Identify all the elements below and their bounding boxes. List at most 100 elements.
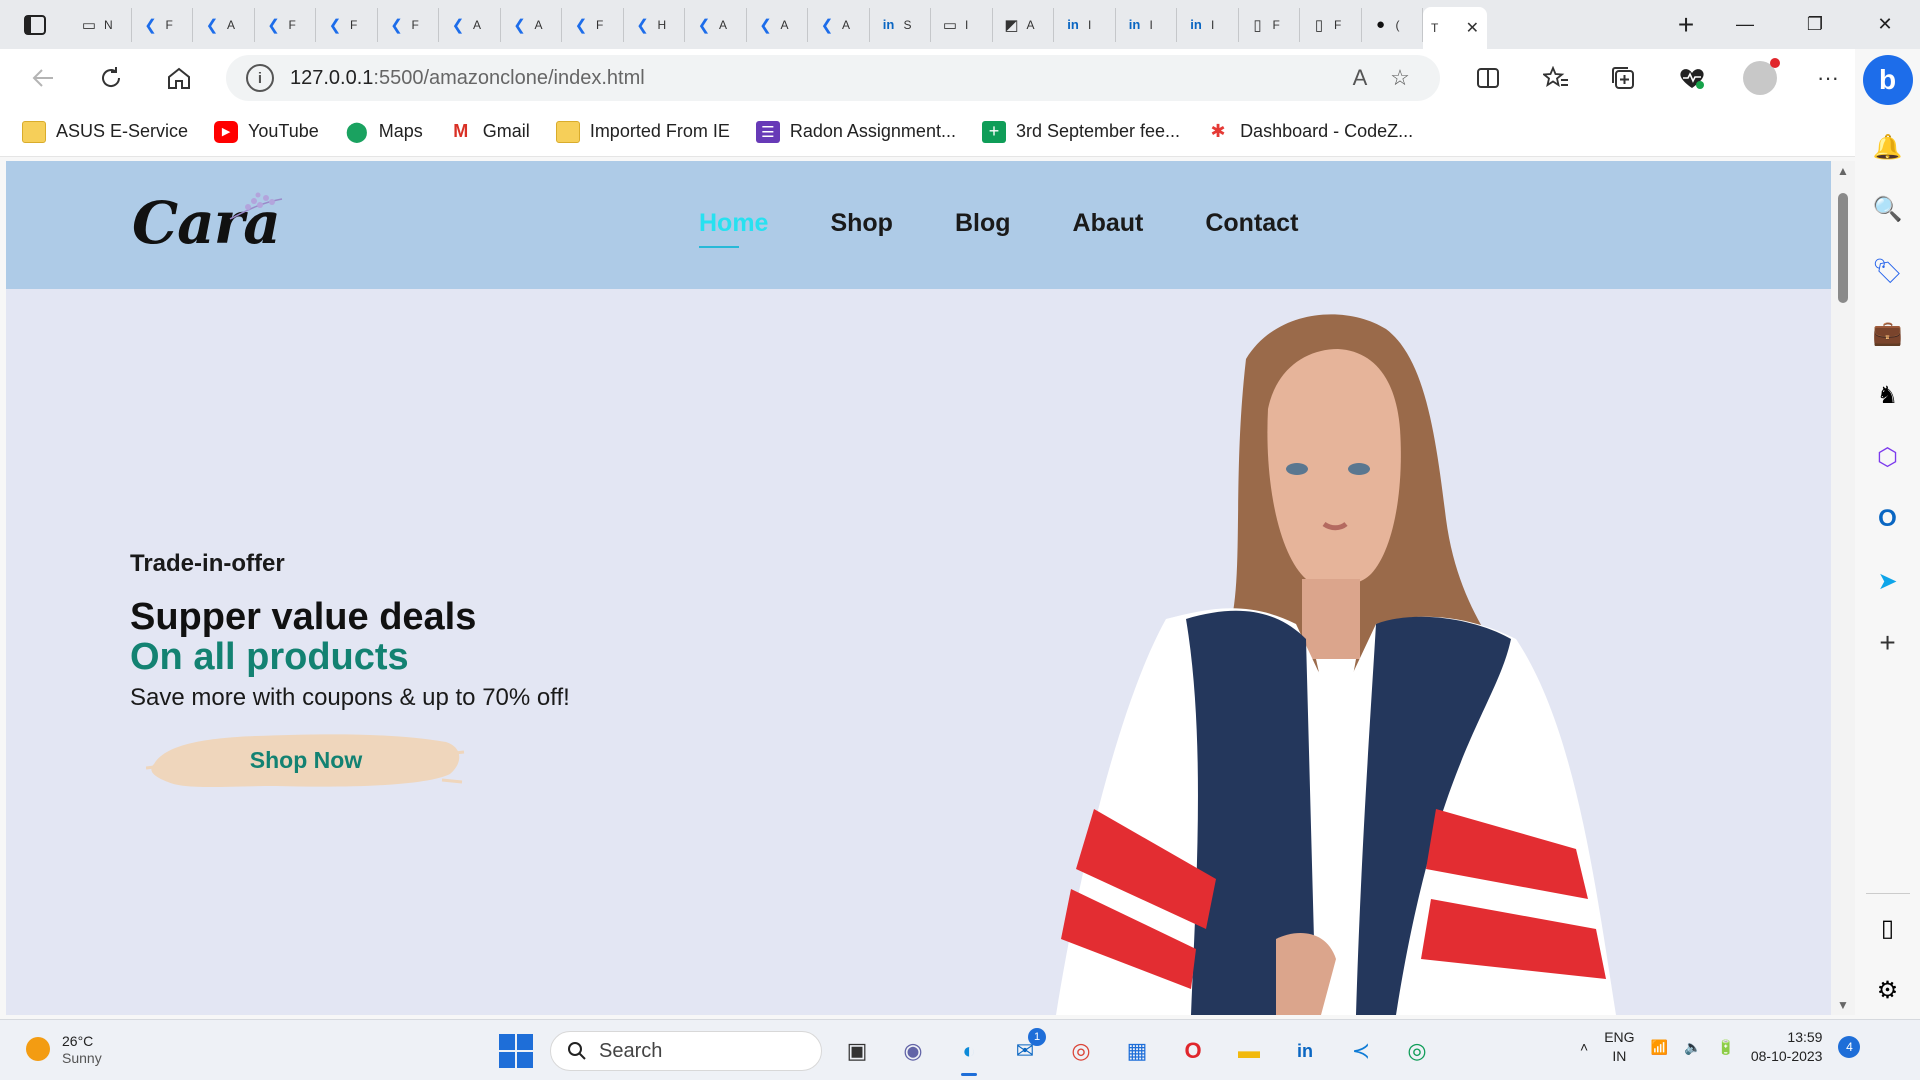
microsoft365-icon[interactable]: ⬡: [1868, 437, 1908, 477]
nav-link-contact[interactable]: Contact: [1205, 209, 1298, 238]
browser-tab[interactable]: ❮ A: [685, 7, 747, 42]
browser-tab[interactable]: ▯ F: [1239, 7, 1300, 42]
weather-widget[interactable]: 26°C Sunny: [26, 1032, 102, 1066]
favorites-icon[interactable]: [1522, 58, 1590, 98]
favorite-star-icon[interactable]: ☆: [1380, 65, 1420, 91]
browser-tab[interactable]: ◩ A: [993, 7, 1054, 42]
new-tab-button[interactable]: +: [1662, 0, 1710, 49]
close-window-button[interactable]: ✕: [1850, 0, 1920, 49]
browser-tab[interactable]: ▭ I: [931, 7, 993, 42]
page-scrollbar[interactable]: ▲ ▼: [1831, 161, 1855, 1015]
notifications-bell-icon[interactable]: 🔔: [1868, 127, 1908, 167]
browser-essentials-icon[interactable]: [1658, 58, 1726, 98]
task-view-icon[interactable]: ▣: [836, 1030, 878, 1072]
games-chess-icon[interactable]: ♞: [1868, 375, 1908, 415]
search-icon[interactable]: 🔍: [1868, 189, 1908, 229]
tab-title: T: [1431, 21, 1439, 35]
browser-tab[interactable]: in I: [1054, 7, 1116, 42]
windows-start-icon[interactable]: [496, 1031, 536, 1071]
browser-tab[interactable]: ❮ A: [439, 7, 501, 42]
nav-link-shop[interactable]: Shop: [830, 209, 893, 238]
vscode-icon[interactable]: ≺: [1340, 1030, 1382, 1072]
browser-tab[interactable]: ❮ F: [378, 7, 439, 42]
browser-tab[interactable]: in I: [1116, 7, 1177, 42]
collections-icon[interactable]: [1590, 58, 1658, 98]
outlook-icon[interactable]: O: [1868, 499, 1908, 539]
show-hidden-icons[interactable]: ˄: [1580, 1039, 1588, 1055]
favorite-asus[interactable]: ASUS E-Service: [22, 120, 188, 143]
favorite-maps[interactable]: ⬤ Maps: [345, 121, 423, 143]
copilot-icon[interactable]: b: [1862, 55, 1913, 105]
favorite-codez[interactable]: ✱ Dashboard - CodeZ...: [1206, 121, 1414, 143]
edge-browser-icon[interactable]: ◐: [948, 1030, 990, 1076]
browser-tab[interactable]: ❮ A: [747, 7, 808, 42]
file-explorer-icon[interactable]: ▬: [1228, 1030, 1270, 1072]
mail-icon[interactable]: ✉ 1: [1004, 1028, 1046, 1072]
teams-chat-icon[interactable]: ◉: [892, 1030, 934, 1072]
address-bar[interactable]: i 127.0.0.1:5500/amazonclone/index.html …: [226, 55, 1440, 101]
weather-desc: Sunny: [62, 1050, 102, 1066]
language-indicator[interactable]: ENG IN: [1604, 1028, 1634, 1066]
scroll-up-icon[interactable]: ▲: [1831, 161, 1855, 181]
favorite-fee-sheet[interactable]: +3rd September fee...: [981, 120, 1180, 143]
refresh-button[interactable]: [86, 58, 136, 98]
clock[interactable]: 13:59 08-10-2023: [1751, 1028, 1823, 1066]
browser-tab[interactable]: ❮ F: [562, 7, 624, 42]
favorite-radon[interactable]: ☰ Radon Assignment...: [755, 120, 956, 143]
browser-tab[interactable]: in S: [870, 7, 931, 42]
chrome-icon[interactable]: ◎: [1060, 1030, 1102, 1072]
favorite-youtube[interactable]: ▶ YouTube: [214, 120, 319, 143]
browser-tab[interactable]: in I: [1177, 7, 1239, 42]
restore-button[interactable]: ❐: [1780, 0, 1850, 49]
browser-tab[interactable]: ❮ F: [255, 7, 316, 42]
site-logo[interactable]: Cara: [132, 189, 283, 257]
browser-tab[interactable]: ❮ F: [316, 7, 378, 42]
volume-icon[interactable]: 🔈: [1684, 1039, 1701, 1056]
ms-store-icon[interactable]: ▦: [1116, 1030, 1158, 1072]
read-aloud-icon[interactable]: A: [1340, 65, 1380, 91]
home-button[interactable]: [154, 58, 204, 98]
hide-sidebar-icon[interactable]: ▯: [1868, 908, 1908, 948]
browser-tab[interactable]: ❮ F: [132, 7, 193, 42]
scroll-down-icon[interactable]: ▼: [1831, 995, 1855, 1015]
drop-send-icon[interactable]: ➤: [1868, 561, 1908, 601]
split-screen-icon[interactable]: [1454, 58, 1522, 98]
browser-tab[interactable]: ❮ A: [501, 7, 562, 42]
shop-now-button[interactable]: Shop Now: [146, 724, 466, 796]
nav-link-blog[interactable]: Blog: [955, 209, 1011, 238]
tab-actions-button[interactable]: [0, 0, 70, 49]
profile-avatar[interactable]: [1743, 58, 1780, 95]
taskbar-search[interactable]: Search: [550, 1031, 822, 1071]
browser-tab[interactable]: ▭ N: [70, 7, 132, 42]
nav-link-about[interactable]: Abaut: [1073, 209, 1144, 238]
notification-badge[interactable]: 4: [1838, 1036, 1861, 1058]
tools-briefcase-icon[interactable]: 💼: [1868, 313, 1908, 353]
browser-tab-active[interactable]: T ✕: [1423, 7, 1487, 49]
url-host: 127.0.0.1: [290, 66, 374, 89]
browser-tab[interactable]: ❮ H: [624, 7, 685, 42]
tab-close-icon[interactable]: ✕: [1466, 18, 1479, 38]
add-sidebar-app-icon[interactable]: +: [1868, 623, 1908, 663]
shopping-tag-icon[interactable]: 🏷: [1868, 251, 1908, 291]
chrome-profile-icon[interactable]: ◎: [1396, 1030, 1438, 1072]
favorite-gmail[interactable]: M Gmail: [449, 121, 530, 143]
browser-tab[interactable]: ●(: [1362, 7, 1423, 42]
browser-tab[interactable]: ❮ A: [193, 7, 255, 42]
more-menu-icon[interactable]: ···: [1794, 58, 1862, 98]
back-button[interactable]: [18, 58, 68, 98]
minimize-button[interactable]: —: [1710, 0, 1780, 49]
hero-subtitle: Save more with coupons & up to 70% off!: [130, 684, 570, 711]
browser-tab[interactable]: ▯ F: [1300, 7, 1362, 42]
opera-icon[interactable]: O: [1172, 1030, 1214, 1072]
favorite-imported[interactable]: Imported From IE: [555, 120, 730, 143]
url-text[interactable]: 127.0.0.1:5500/amazonclone/index.html: [290, 67, 1340, 90]
tab-title: F: [596, 17, 604, 32]
wifi-icon[interactable]: 📶: [1651, 1039, 1668, 1056]
battery-icon[interactable]: 🔋: [1717, 1039, 1734, 1056]
settings-gear-icon[interactable]: ⚙: [1868, 970, 1908, 1010]
browser-tab[interactable]: ❮ A: [808, 7, 870, 42]
nav-link-home[interactable]: Home: [699, 209, 768, 248]
site-info-icon[interactable]: i: [246, 64, 274, 92]
linkedin-icon[interactable]: in: [1284, 1030, 1326, 1072]
scroll-thumb[interactable]: [1838, 193, 1848, 303]
